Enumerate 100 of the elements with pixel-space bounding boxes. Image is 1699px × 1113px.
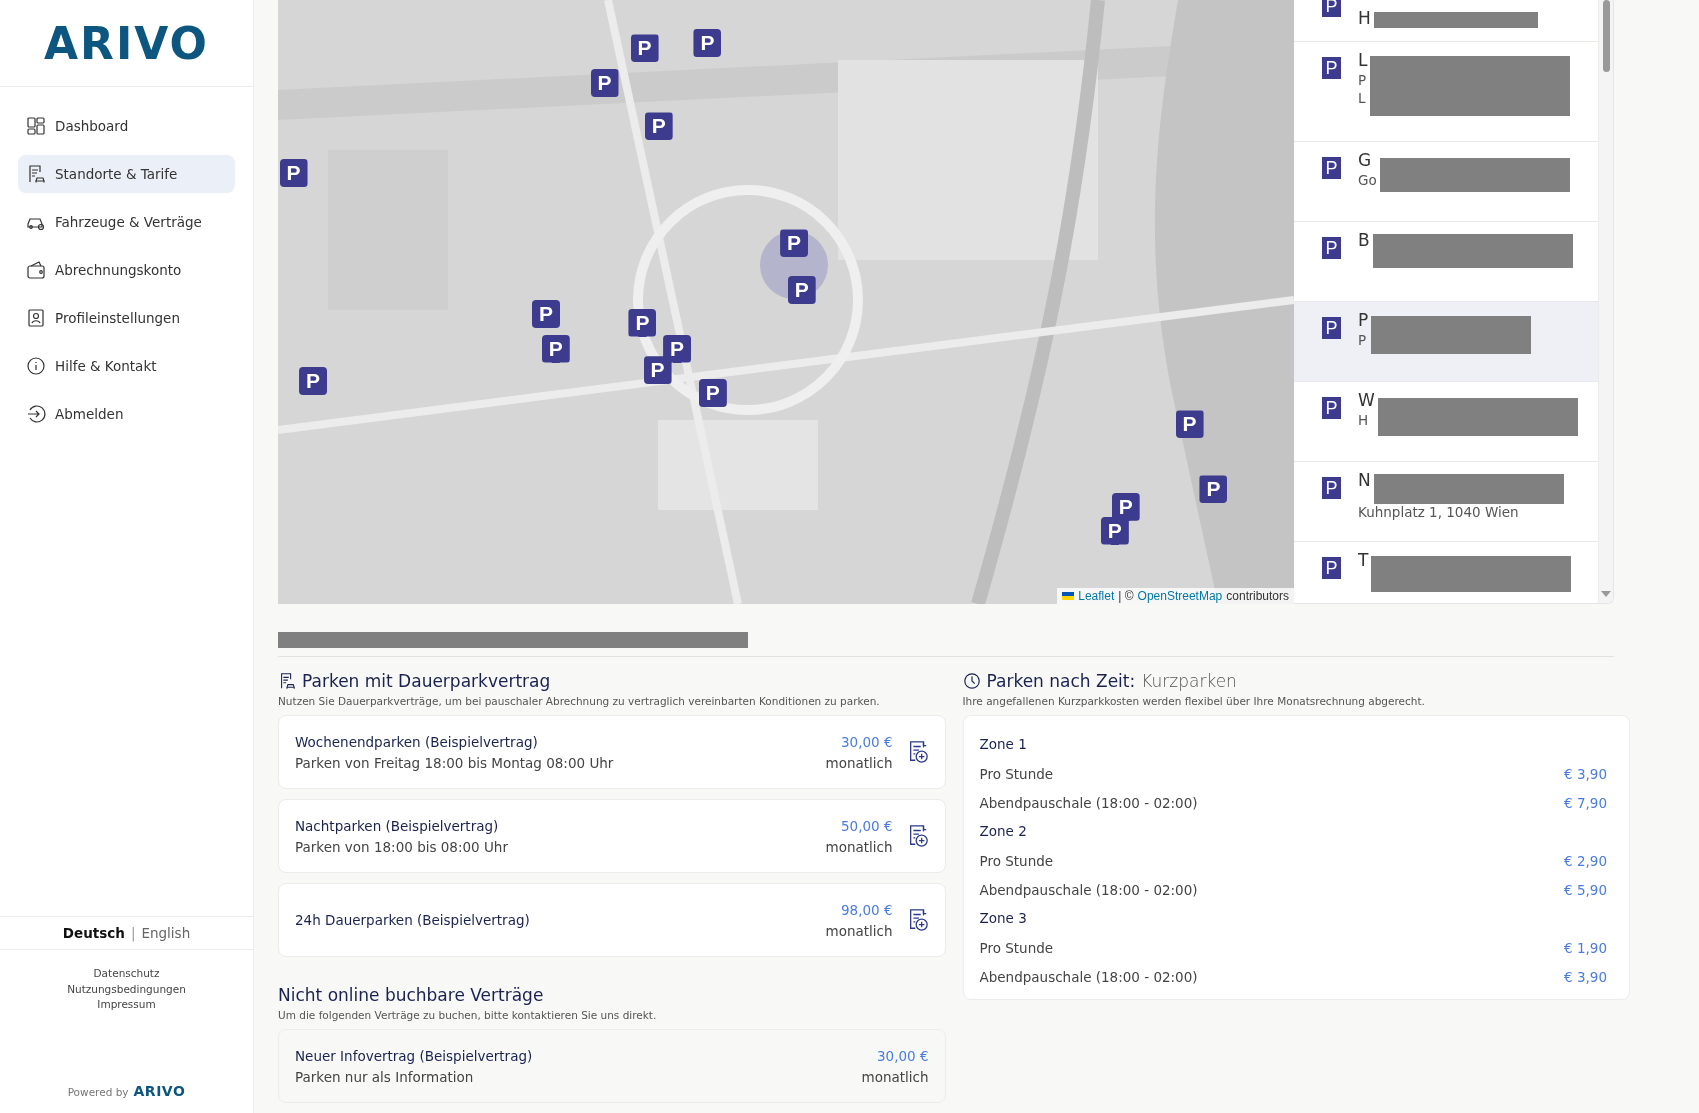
nav-item[interactable]: Profileinstellungen bbox=[18, 299, 235, 337]
contract-period: monatlich bbox=[825, 754, 893, 771]
parking-icon: P bbox=[1322, 57, 1341, 79]
language-link[interactable]: English bbox=[141, 924, 191, 941]
arivo-logo[interactable]: ARIVO bbox=[44, 17, 209, 69]
language-separator: | bbox=[130, 924, 136, 941]
rate-price: € 3,90 bbox=[1564, 765, 1607, 782]
parking-marker[interactable]: P bbox=[787, 276, 816, 305]
rate-price: € 2,90 bbox=[1564, 852, 1607, 869]
nav-item[interactable]: Abrechnungskonto bbox=[18, 251, 235, 289]
contract-period: monatlich bbox=[825, 838, 893, 855]
rate-label: Pro Stunde bbox=[979, 852, 1054, 869]
rate-label: Abendpauschale (18:00 - 02:00) bbox=[979, 968, 1198, 985]
section-title: Parken nach Zeit: bbox=[986, 671, 1136, 691]
contract-period: monatlich bbox=[825, 922, 893, 939]
contract-card[interactable]: Nachtparken (Beispielvertrag) Parken von 18:00 bis 08:00 Uhr 50,00 € monatlich bbox=[278, 799, 946, 873]
contract-price: 98,00 € bbox=[840, 901, 893, 918]
openstreetmap-link[interactable]: OpenStreetMap bbox=[1137, 589, 1223, 603]
contract-period: monatlich bbox=[861, 1068, 929, 1085]
parking-marker[interactable]: P bbox=[1175, 410, 1204, 439]
parking-marker[interactable]: P bbox=[644, 112, 673, 141]
document-car-icon bbox=[278, 672, 296, 690]
parking-marker[interactable]: P bbox=[1199, 475, 1228, 504]
parking-marker[interactable]: P bbox=[630, 34, 659, 63]
location-text: B bbox=[1358, 230, 1370, 250]
parking-icon: P bbox=[1322, 397, 1341, 419]
location-text: T bbox=[1358, 550, 1369, 570]
rate-label: Pro Stunde bbox=[979, 765, 1054, 782]
location-text: L bbox=[1358, 50, 1368, 70]
contract-card[interactable]: Wochenendparken (Beispielvertrag) Parken von Freitag 18:00 bis Montag 08:00 Uhr 30,00 € monatlich bbox=[278, 715, 946, 789]
section-description: Ihre angefallenen Kurzparkkosten werden flexibel über Ihre Monatsrechnung abgerecht. bbox=[962, 695, 1426, 707]
location-text: P bbox=[1358, 332, 1368, 348]
language-link[interactable]: Deutsch bbox=[62, 924, 125, 941]
location-text: G bbox=[1358, 150, 1373, 170]
location-text: Go bbox=[1358, 172, 1377, 188]
contract-price: 30,00 € bbox=[876, 1047, 929, 1064]
parking-marker[interactable]: P bbox=[279, 159, 308, 187]
rate-price: € 5,90 bbox=[1564, 881, 1607, 898]
profile-icon bbox=[26, 308, 46, 328]
parking-marker[interactable]: P bbox=[693, 29, 722, 57]
rate-price: € 3,90 bbox=[1564, 968, 1607, 985]
leaflet-link[interactable]: Leaflet bbox=[1078, 589, 1115, 603]
contract-title: Neuer Infovertrag (Beispielvertrag) bbox=[295, 1047, 534, 1064]
location-text: H bbox=[1358, 412, 1370, 428]
parking-marker[interactable]: P bbox=[532, 299, 560, 328]
location-text: P bbox=[1358, 72, 1368, 88]
powered-by-text: Powered by bbox=[67, 1086, 129, 1098]
location-item[interactable]: P N Kuhnplatz 1, 1040 Wien bbox=[1294, 462, 1598, 542]
nav-item[interactable]: Abmelden bbox=[18, 395, 235, 433]
scrollbar-thumb[interactable] bbox=[1603, 0, 1610, 72]
parking-icon: P bbox=[1322, 477, 1341, 499]
contract-title: Wochenendparken (Beispielvertrag) bbox=[295, 733, 539, 750]
scroll-down-icon[interactable] bbox=[1601, 591, 1611, 597]
attribution-separator: | © bbox=[1118, 589, 1134, 603]
contract-price: 30,00 € bbox=[840, 733, 893, 750]
nav-item[interactable]: Standorte & Tarife bbox=[18, 155, 235, 193]
info-icon bbox=[26, 356, 46, 376]
nav-item[interactable]: Hilfe & Kontakt bbox=[18, 347, 235, 385]
location-item[interactable]: P T bbox=[1294, 542, 1598, 603]
location-text: N bbox=[1358, 470, 1371, 490]
location-text: L bbox=[1358, 90, 1367, 106]
location-item[interactable]: P G Go bbox=[1294, 142, 1598, 222]
zone-title: Zone 3 bbox=[979, 909, 1028, 928]
document-car-icon bbox=[26, 164, 46, 184]
location-item[interactable]: P B bbox=[1294, 222, 1598, 302]
location-text: H bbox=[1358, 8, 1371, 28]
rate-price: € 7,90 bbox=[1564, 794, 1607, 811]
parking-marker[interactable]: P bbox=[643, 356, 672, 385]
parking-icon: P bbox=[1322, 237, 1341, 259]
flag-icon bbox=[1062, 592, 1075, 600]
nav-item[interactable]: Dashboard bbox=[18, 107, 235, 145]
location-text: W bbox=[1358, 390, 1375, 410]
wallet-icon bbox=[26, 260, 46, 280]
footer-link[interactable]: Nutzungsbedingungen bbox=[67, 981, 186, 998]
parking-icon: P bbox=[1322, 317, 1341, 339]
contract-title: Nachtparken (Beispielvertrag) bbox=[295, 817, 500, 834]
dashboard-icon bbox=[26, 116, 46, 136]
parking-marker[interactable]: P bbox=[590, 69, 619, 98]
arivo-logo[interactable]: ARIVO bbox=[133, 1083, 186, 1099]
location-text: P bbox=[1358, 310, 1369, 330]
section-description: Um die folgenden Verträge zu buchen, bitte kontaktieren Sie uns direkt. bbox=[278, 1009, 658, 1021]
scrollbar[interactable] bbox=[1598, 0, 1613, 603]
location-item[interactable]: P L P L bbox=[1294, 42, 1598, 142]
location-item[interactable]: P P P bbox=[1294, 302, 1598, 382]
contract-description: Parken von Freitag 18:00 bis Montag 08:00 Uhr bbox=[295, 754, 615, 771]
contract-title: 24h Dauerparken (Beispielvertrag) bbox=[295, 912, 531, 928]
footer-link[interactable]: Impressum bbox=[97, 997, 156, 1013]
nav-item[interactable]: Fahrzeuge & Verträge bbox=[18, 203, 235, 241]
contract-card[interactable]: 24h Dauerparken (Beispielvertrag) 98,00 € monatlich bbox=[278, 883, 946, 957]
zone-title: Zone 2 bbox=[979, 822, 1028, 841]
section-title: Nicht online buchbare Verträge bbox=[278, 985, 545, 1005]
footer-link[interactable]: Datenschutz bbox=[93, 965, 160, 982]
parking-marker[interactable]: P bbox=[780, 229, 809, 258]
parking-marker[interactable]: P bbox=[628, 308, 657, 337]
contract-description: Parken von 18:00 bis 08:00 Uhr bbox=[295, 838, 509, 855]
parking-marker[interactable]: P bbox=[299, 367, 328, 396]
rate-label: Abendpauschale (18:00 - 02:00) bbox=[979, 794, 1198, 811]
attribution-text: contributors bbox=[1226, 589, 1289, 603]
location-item[interactable]: P W H bbox=[1294, 382, 1598, 462]
rate-label: Pro Stunde bbox=[979, 939, 1054, 956]
